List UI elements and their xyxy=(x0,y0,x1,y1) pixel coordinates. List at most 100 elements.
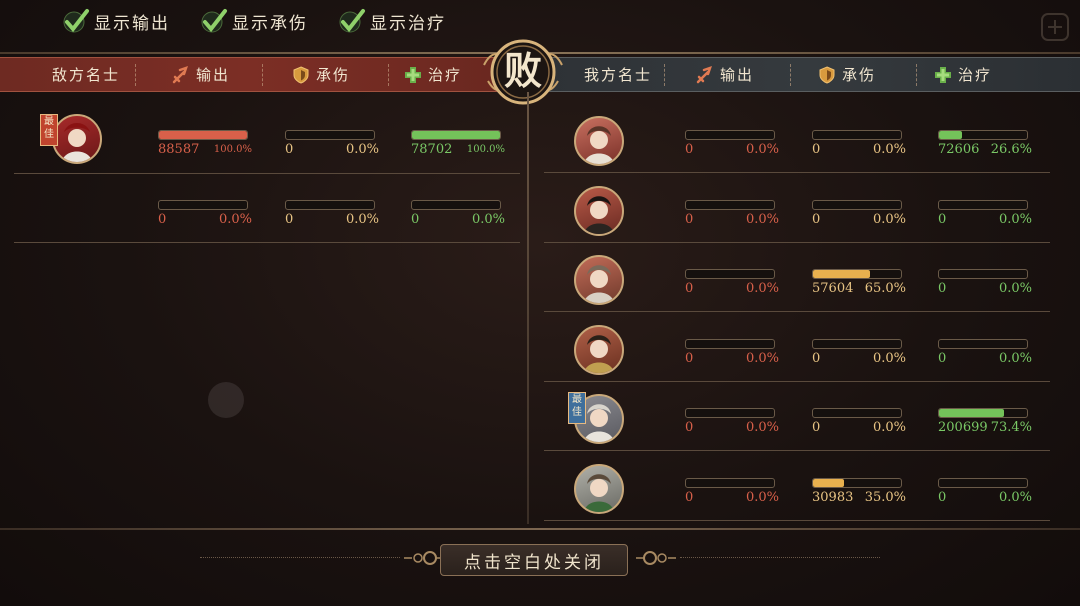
header-label: 治疗 xyxy=(958,66,993,84)
header-label: 输出 xyxy=(720,66,755,84)
hero-portrait-icon xyxy=(62,123,92,162)
hero-portrait-icon xyxy=(584,126,614,164)
ally-panel: 0 0.0% 0 0.0% 72606 26.6% 0 0.0% 0 0.0% 0 0.0% 0 0.0%… xyxy=(540,92,1080,524)
taken-percent: 65.0% xyxy=(864,281,906,296)
filter-show-damage-taken[interactable]: 显示承伤 xyxy=(200,6,308,36)
heal-value: 200699 xyxy=(938,420,988,435)
heal-percent: 0.0% xyxy=(998,489,1032,505)
heal-bar xyxy=(938,477,1028,488)
heal-value: 0 xyxy=(938,211,947,227)
header-divider xyxy=(664,64,666,86)
output-stat: 0 0.0% xyxy=(685,269,781,303)
output-bar-fill xyxy=(159,131,247,139)
taken-bar xyxy=(285,200,375,210)
output-percent: 100.0% xyxy=(213,144,252,155)
heal-stat: 200699 73.4% xyxy=(938,408,1034,442)
right-ornament-icon xyxy=(636,551,676,565)
output-stat: 0 0.0% xyxy=(685,408,781,442)
row-divider xyxy=(544,519,1050,521)
heal-bar-fill xyxy=(412,131,500,139)
output-stat: 0 0.0% xyxy=(685,477,781,512)
output-bar xyxy=(685,477,775,488)
output-percent: 0.0% xyxy=(745,489,779,505)
hero-portrait-icon xyxy=(584,473,614,512)
heal-percent: 26.6% xyxy=(990,142,1032,157)
header-divider xyxy=(916,64,918,86)
heal-bar xyxy=(411,130,501,140)
output-value: 0 xyxy=(685,350,694,366)
result-text: 败 xyxy=(503,48,542,93)
taken-stat: 0 0.0% xyxy=(812,338,908,373)
taken-bar xyxy=(812,130,902,140)
enemy-output-column: 输出 xyxy=(172,58,230,91)
taken-value: 0 xyxy=(285,212,294,227)
hero-avatar[interactable] xyxy=(574,463,624,514)
ally-name-column: 我方名士 xyxy=(584,66,653,84)
output-bar xyxy=(158,200,248,210)
output-stat: 88587 100.0% xyxy=(158,130,254,164)
output-stat: 0 0.0% xyxy=(685,199,781,234)
output-stat: 0 0.0% xyxy=(158,200,254,234)
ally-header: 我方名士 输出 承伤 治疗 xyxy=(540,57,1080,92)
table-row: 0 0.0% 0 0.0% 0 0.0% xyxy=(540,172,1080,242)
table-row: 0 0.0% 30983 35.0% 0 0.0% xyxy=(540,450,1080,520)
hero-avatar[interactable] xyxy=(574,324,624,375)
table-row: 最佳 88587 100.0% 0 0.0% 78702 100.0% xyxy=(0,102,526,172)
output-percent: 0.0% xyxy=(745,142,779,157)
heal-bar xyxy=(411,200,501,210)
ally-taken-column: 承伤 xyxy=(818,58,876,91)
output-value: 0 xyxy=(685,211,694,227)
output-value: 0 xyxy=(685,281,694,296)
shield-icon xyxy=(819,65,835,84)
taken-percent: 35.0% xyxy=(864,489,906,505)
sword-icon xyxy=(172,65,188,83)
heal-bar xyxy=(938,130,1028,140)
header-label: 治疗 xyxy=(428,66,463,84)
heal-bar xyxy=(938,269,1028,279)
enemy-header: 敌方名士 输出 承伤 治疗 xyxy=(0,57,500,92)
output-stat: 0 0.0% xyxy=(685,338,781,373)
output-value: 88587 xyxy=(158,142,200,157)
output-percent: 0.0% xyxy=(218,212,252,227)
output-bar xyxy=(685,269,775,279)
heal-stat: 0 0.0% xyxy=(938,338,1034,373)
heal-percent: 0.0% xyxy=(998,211,1032,227)
header-divider xyxy=(135,64,137,86)
output-bar xyxy=(158,130,248,140)
hero-avatar[interactable] xyxy=(574,185,624,236)
corner-ornament-icon xyxy=(1041,13,1069,41)
heal-bar xyxy=(938,338,1028,349)
check-icon xyxy=(339,9,365,33)
hero-portrait-icon xyxy=(584,334,614,373)
bottom-rule xyxy=(0,528,1080,530)
taken-stat: 0 0.0% xyxy=(285,200,381,234)
hero-avatar[interactable] xyxy=(574,116,624,166)
taken-percent: 0.0% xyxy=(872,142,906,157)
heal-stat: 72606 26.6% xyxy=(938,130,1034,164)
output-value: 0 xyxy=(685,489,694,505)
filter-label: 显示承伤 xyxy=(232,13,308,34)
ally-output-column: 输出 xyxy=(696,58,754,91)
filter-show-healing[interactable]: 显示治疗 xyxy=(338,6,446,36)
heal-stat: 78702 100.0% xyxy=(411,130,507,164)
table-row: 0 0.0% 57604 65.0% 0 0.0% xyxy=(540,241,1080,311)
table-row: 0 0.0% 0 0.0% 0 0.0% xyxy=(540,311,1080,381)
heal-bar-fill xyxy=(939,409,1004,417)
header-label: 承伤 xyxy=(316,66,351,84)
filter-show-output[interactable]: 显示输出 xyxy=(62,6,170,36)
heal-value: 0 xyxy=(938,281,947,296)
shield-icon xyxy=(293,65,309,84)
taken-bar xyxy=(812,477,902,488)
hero-avatar[interactable] xyxy=(52,114,102,164)
close-hint-button[interactable]: 点击空白处关闭 xyxy=(440,544,628,576)
header-label: 承伤 xyxy=(842,66,877,84)
taken-percent: 0.0% xyxy=(345,212,379,227)
taken-stat: 0 0.0% xyxy=(812,408,908,442)
output-bar xyxy=(685,338,775,349)
hero-avatar[interactable] xyxy=(574,255,624,305)
heal-value: 0 xyxy=(938,350,947,366)
output-bar xyxy=(685,199,775,210)
hero-portrait-icon xyxy=(584,265,614,303)
ally-heal-column: 治疗 xyxy=(934,58,992,91)
taken-value: 0 xyxy=(812,142,821,157)
